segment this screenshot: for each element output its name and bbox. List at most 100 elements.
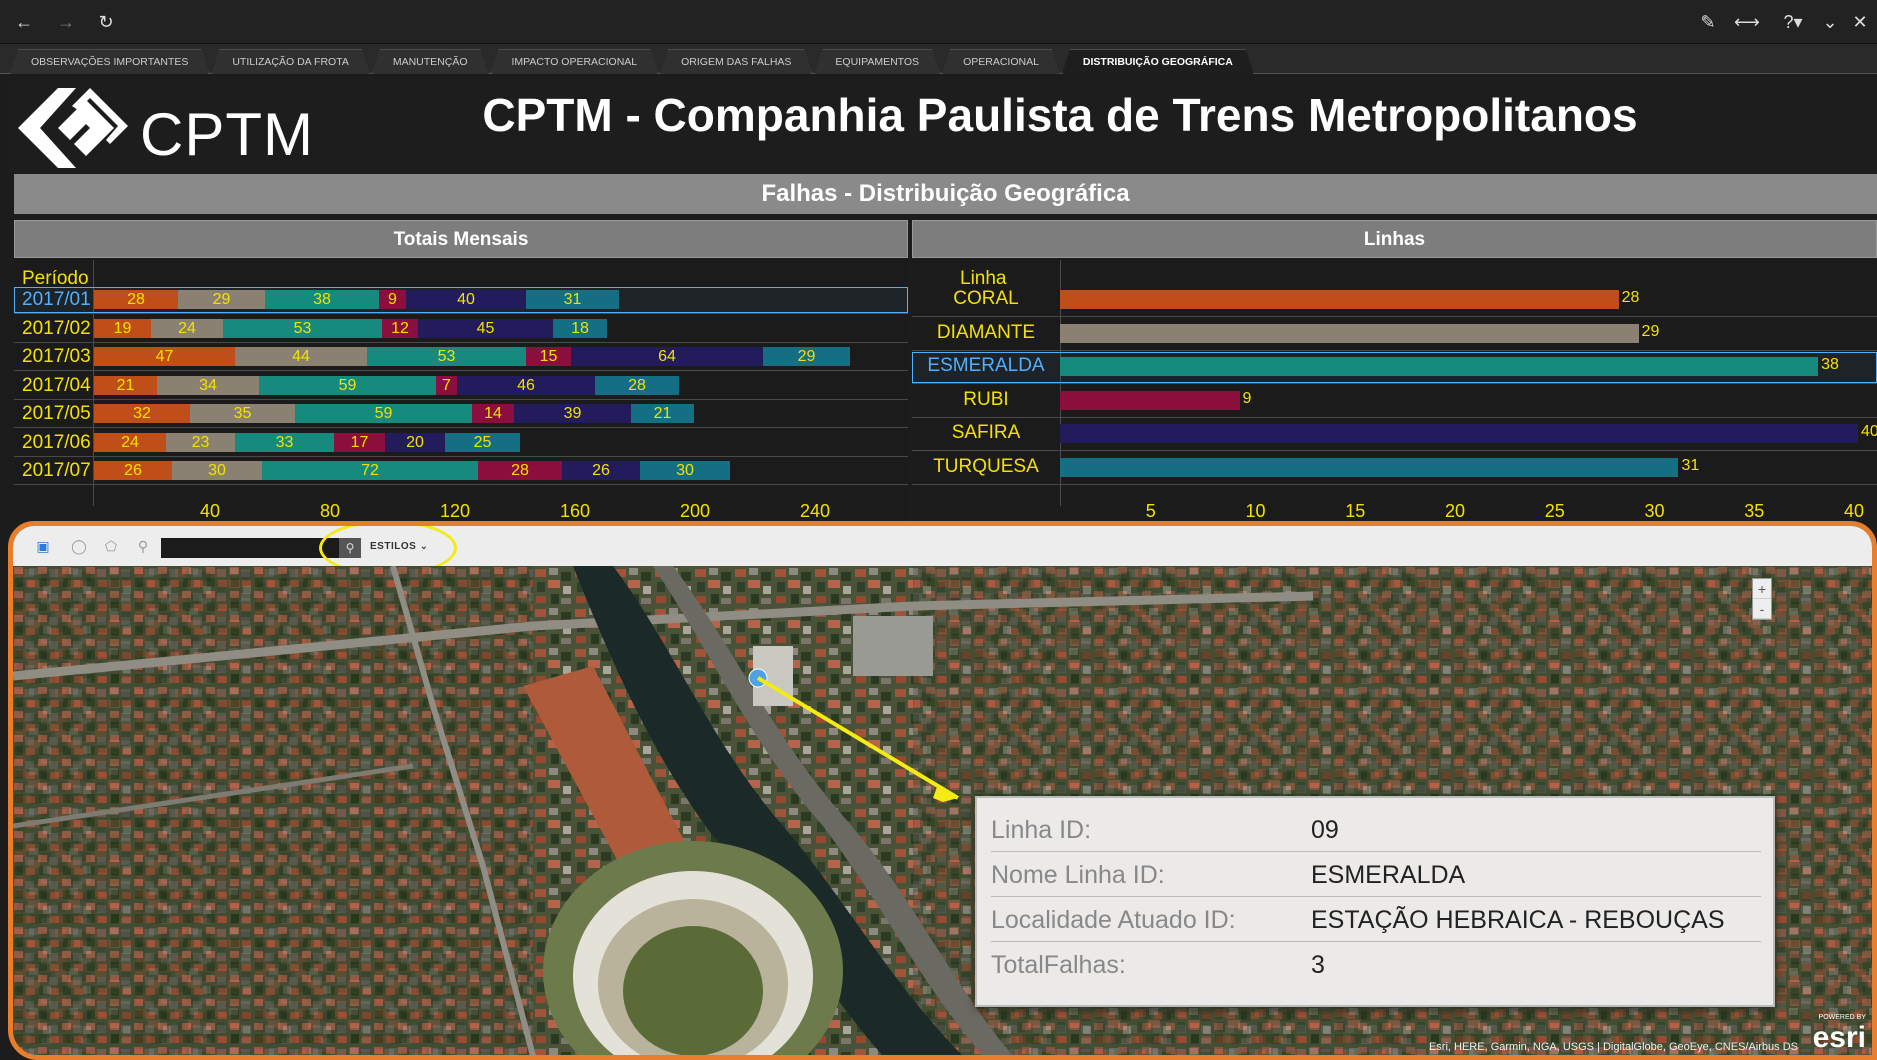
chevron-down-icon[interactable]: ⌄ [1818,10,1842,34]
bar-segment-label: 17 [350,433,369,451]
row-divider [14,455,908,457]
x-tick-label: 25 [1544,501,1565,521]
map-attribution: Esri, HERE, Garmin, NGA, USGS | DigitalG… [1428,1041,1798,1053]
x-tick-label: 40 [1844,501,1865,521]
row-divider [14,370,908,371]
row-divider [912,349,1877,351]
bar-segment-label: 40 [457,291,475,308]
period-label: 2017/01 [22,289,91,310]
zoom-controls: + - [1752,578,1772,620]
row-divider [14,313,908,314]
pin-icon[interactable]: ⚲ [135,538,151,554]
bar-diamante [1060,323,1639,343]
bar-segment-label: 25 [473,433,492,451]
zoom-in-button[interactable]: + [1753,579,1771,599]
bar-segment-label: 21 [653,405,672,422]
popup-value: ESTAÇÃO HEBRAICA - REBOUÇAS [1311,906,1725,934]
popup-value: 3 [1311,951,1325,979]
bar-value-label: 40 [1861,423,1877,440]
bar-segment-label: 21 [116,376,135,394]
x-tick-label: 35 [1744,501,1765,521]
popup-key: Nome Linha ID: [991,861,1165,889]
row-divider [912,416,1877,418]
cptm-logo-icon [18,88,128,168]
map-search-input[interactable] [161,538,339,558]
bar-safira [1060,424,1858,443]
popup-row: Nome Linha ID: ESMERALDA [991,853,1761,897]
tab-bar: OBSERVAÇÕES IMPORTANTES UTILIZAÇÃO DA FR… [0,44,1877,74]
bar-segment-label: 35 [233,405,252,422]
bar-value-label: 9 [1242,389,1252,407]
bar-segment-label: 20 [406,433,424,451]
period-label: 2017/02 [22,317,91,339]
tab-impacto[interactable]: IMPACTO OPERACIONAL [491,49,659,74]
x-tick-label: 30 [1644,501,1665,521]
page-title: CPTM - Companhia Paulista de Trens Metro… [482,89,1638,141]
bar-segment-label: 46 [517,376,535,394]
line-label: CORAL [953,288,1019,309]
bar-segment-label: 28 [511,462,529,479]
tab-equipamentos[interactable]: EQUIPAMENTOS [814,49,940,74]
bar-segment-label: 12 [391,319,409,337]
tab-operacional[interactable]: OPERACIONAL [942,49,1060,74]
select-circle-icon[interactable]: ◯ [71,538,87,554]
tab-utilizacao[interactable]: UTILIZAÇÃO DA FROTA [211,49,369,74]
bar-segment-label: 32 [133,405,151,422]
bar-segment-label: 7 [442,376,451,394]
popup-row: Linha ID: 09 [991,808,1761,852]
x-tick-label: 160 [560,501,591,521]
line-label: TURQUESA [933,455,1039,477]
feature-popup: Linha ID: 09 Nome Linha ID: ESMERALDA Lo… [975,796,1775,1007]
x-tick-label: 15 [1345,501,1366,521]
bar-coral [1060,290,1619,309]
zoom-out-button[interactable]: - [1753,599,1771,619]
refresh-icon[interactable]: ↻ [94,10,118,34]
tab-manutencao[interactable]: MANUTENÇÃO [372,49,489,74]
help-icon[interactable]: ?▾ [1776,10,1810,34]
bar-segment-label: 23 [191,433,210,451]
back-arrow-icon[interactable]: ← [12,10,36,34]
select-polygon-icon[interactable]: ⬠ [103,538,119,554]
popup-key: Localidade Atuado ID: [991,906,1236,934]
bar-segment-label: 24 [121,433,139,451]
bar-segment-label: 24 [178,319,196,337]
bar-segment-label: 44 [292,348,310,365]
select-rectangle-icon[interactable]: ▣ [35,538,51,554]
bar-segment-label: 38 [313,291,331,308]
monthly-totals-title: Totais Mensais [14,220,908,258]
line-label: DIAMANTE [936,321,1036,343]
bar-segment-label: 30 [208,462,226,479]
bar-segment-label: 26 [592,462,610,479]
bar-segment-label: 59 [374,405,393,422]
bar-segment-label: 72 [361,462,379,479]
forward-arrow-icon[interactable]: → [54,10,78,34]
period-label: 2017/04 [22,374,91,396]
popup-key: TotalFalhas: [991,951,1126,979]
popup-key: Linha ID: [991,816,1092,844]
x-tick-label: 80 [320,501,341,521]
tab-distribuicao[interactable]: DISTRIBUIÇÃO GEOGRÁFICA [1062,49,1254,74]
bar-rubi [1060,390,1240,410]
tab-origem[interactable]: ORIGEM DAS FALHAS [660,49,812,74]
section-title: Falhas - Distribuição Geográfica [14,174,1877,214]
close-icon[interactable]: ✕ [1848,10,1872,34]
dashboard-app: ← → ↻ ✎ ⟷ ?▾ ⌄ ✕ OBSERVAÇÕES IMPORTANTES… [0,0,1877,1060]
row-divider [912,316,1877,317]
popup-value: ESMERALDA [1311,861,1466,889]
bar-segment-label: 59 [338,376,357,394]
tab-observacoes[interactable]: OBSERVAÇÕES IMPORTANTES [10,49,209,74]
bar-segment-label: 15 [539,348,558,365]
bar-segment-label: 18 [571,319,589,337]
row-divider [912,483,1877,485]
powered-by: POWERED BY [1818,1014,1866,1021]
bar-segment-label: 30 [676,462,694,479]
bar-segment-label: 19 [113,319,132,337]
share-icon[interactable]: ⟷ [1734,10,1760,34]
bar-value-label: 29 [1641,322,1660,340]
popup-row: Localidade Atuado ID: ESTAÇÃO HEBRAICA -… [991,898,1761,942]
monthly-totals-panel: Totais Mensais Período 2017/01 28 29 38 9 40 31… [14,220,908,522]
bar-segment-label: 31 [563,291,582,308]
bar-value-label: 31 [1681,456,1700,474]
pencil-icon[interactable]: ✎ [1696,10,1720,34]
row-divider [912,383,1877,384]
